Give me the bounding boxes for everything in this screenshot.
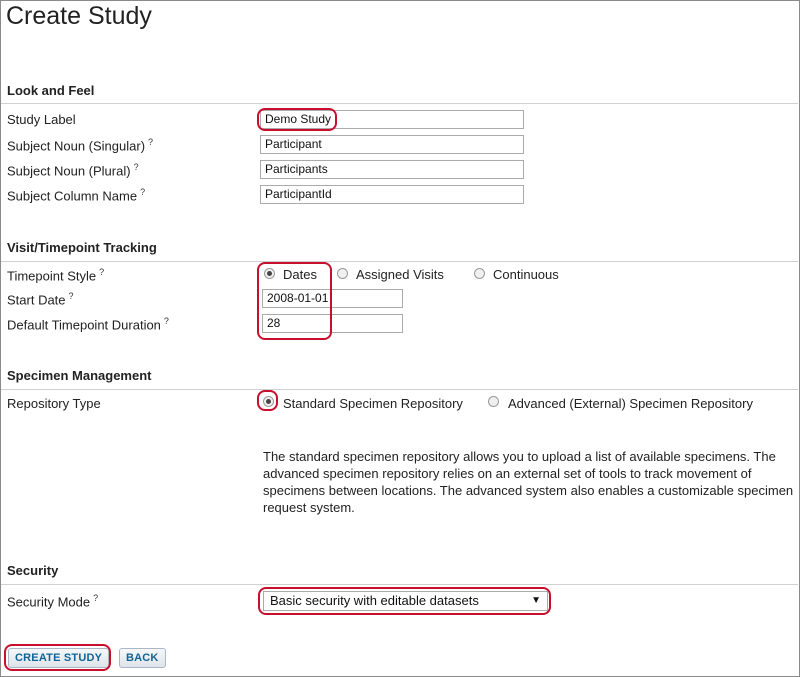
highlight-annotation	[257, 390, 278, 411]
subject-noun-plural-label: Subject Noun (Plural)?	[7, 162, 139, 179]
subject-noun-singular-input[interactable]: Participant	[260, 135, 524, 154]
help-icon[interactable]: ?	[164, 316, 169, 326]
help-icon[interactable]: ?	[99, 267, 104, 277]
help-icon[interactable]: ?	[148, 137, 153, 147]
study-label-label: Study Label	[7, 112, 76, 127]
highlight-annotation	[4, 644, 111, 671]
default-timepoint-duration-label: Default Timepoint Duration?	[7, 316, 169, 333]
section-heading-visit-tracking: Visit/Timepoint Tracking	[7, 240, 157, 255]
section-heading-specimen-management: Specimen Management	[7, 368, 152, 383]
radio-assigned-visits-label: Assigned Visits	[356, 267, 444, 282]
subject-column-name-label: Subject Column Name?	[7, 187, 146, 204]
section-divider	[1, 584, 798, 585]
help-icon[interactable]: ?	[140, 187, 145, 197]
start-date-label: Start Date?	[7, 291, 74, 308]
subject-noun-singular-label: Subject Noun (Singular)?	[7, 137, 154, 154]
highlight-annotation	[258, 587, 551, 615]
radio-continuous[interactable]	[474, 268, 485, 279]
section-divider	[1, 389, 798, 390]
subject-column-name-input[interactable]: ParticipantId	[260, 185, 524, 204]
radio-assigned-visits[interactable]	[337, 268, 348, 279]
help-icon[interactable]: ?	[69, 291, 74, 301]
repository-type-label: Repository Type	[7, 396, 101, 411]
security-mode-label: Security Mode?	[7, 593, 99, 610]
section-heading-security: Security	[7, 563, 59, 578]
highlight-annotation	[257, 262, 332, 340]
back-button[interactable]: BACK	[119, 648, 166, 668]
radio-continuous-label: Continuous	[493, 267, 559, 282]
page-frame	[0, 0, 800, 677]
radio-advanced-repository[interactable]	[488, 396, 499, 407]
radio-advanced-repository-label: Advanced (External) Specimen Repository	[508, 396, 753, 411]
page-title: Create Study	[6, 2, 152, 30]
section-divider	[1, 261, 798, 262]
section-heading-look-and-feel: Look and Feel	[7, 83, 95, 98]
subject-noun-plural-input[interactable]: Participants	[260, 160, 524, 179]
timepoint-style-label: Timepoint Style?	[7, 267, 105, 284]
help-icon[interactable]: ?	[134, 162, 139, 172]
repository-description: The standard specimen repository allows …	[263, 449, 794, 515]
help-icon[interactable]: ?	[93, 593, 98, 603]
section-divider	[1, 103, 798, 104]
highlight-annotation	[257, 108, 337, 131]
radio-standard-repository-label: Standard Specimen Repository	[283, 396, 463, 411]
